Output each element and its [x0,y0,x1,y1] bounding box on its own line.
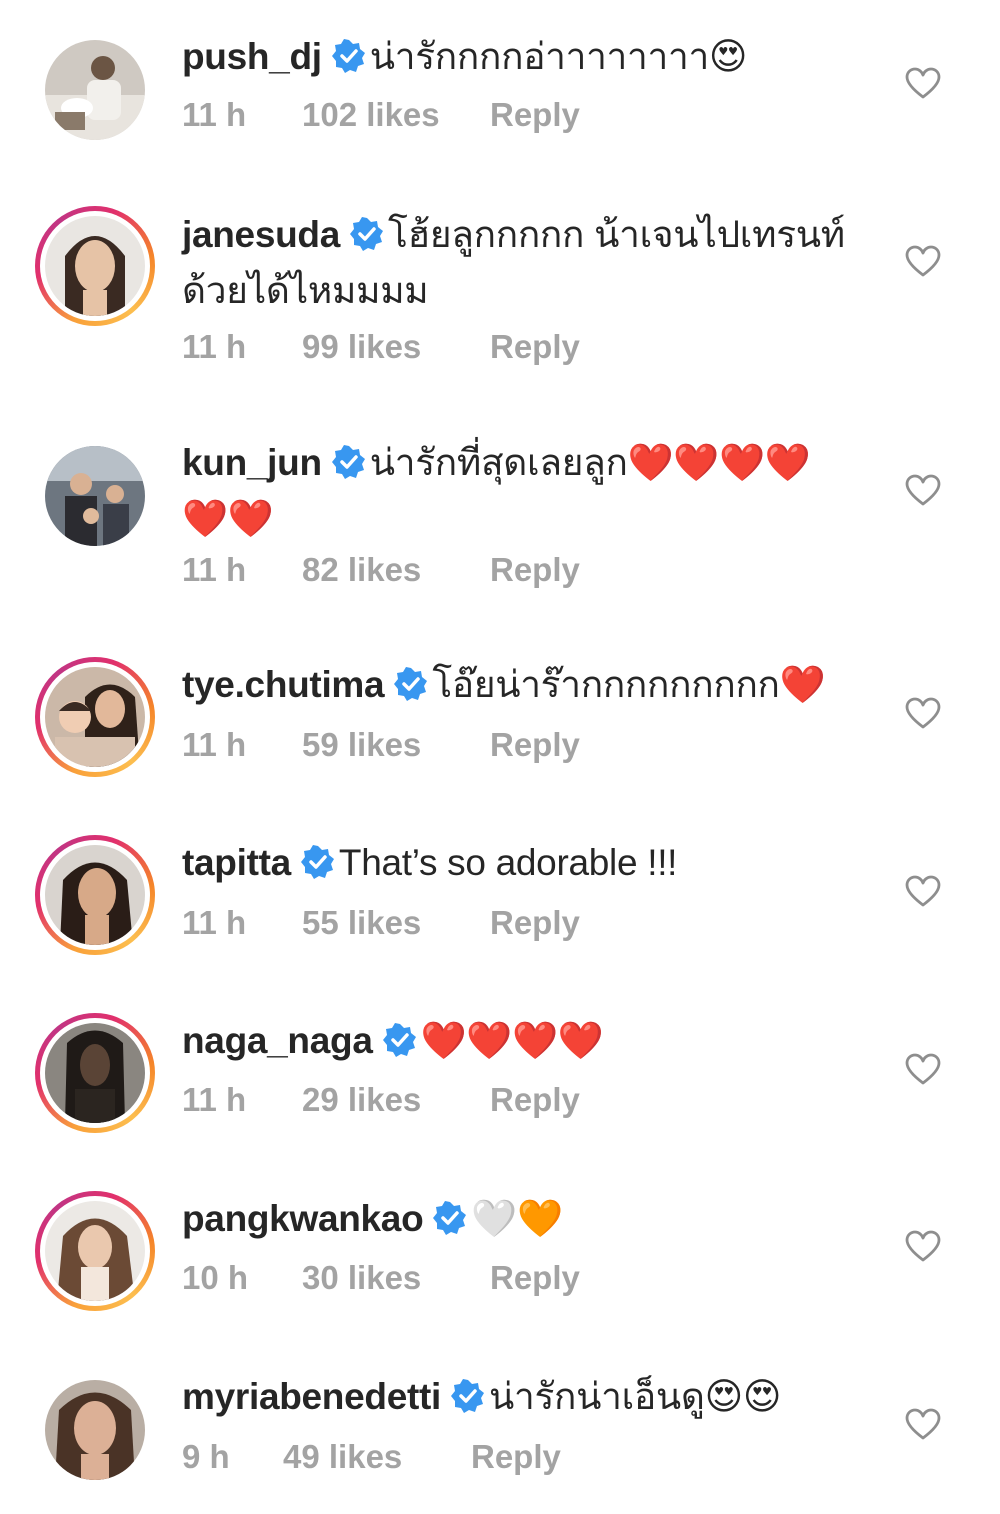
comment-text: น่ารักที่สุดเลยลูก❤️❤️❤️❤️ [369,442,811,483]
comment-text: That’s so adorable !!! [338,842,678,883]
avatar[interactable] [35,835,155,955]
comment-time: 10 h [182,1259,249,1296]
verified-badge-icon [451,1375,485,1427]
comment-time: 11 h [182,1081,247,1118]
comment-time: 11 h [182,726,247,763]
comment-text: โอ๊ยน่าร๊ากกกกกกกกก❤️ [432,664,826,705]
verified-badge-icon [350,213,384,265]
likes-count[interactable]: 49 likes [283,1438,471,1476]
reply-button[interactable]: Reply [490,904,580,942]
verified-badge-icon [394,663,428,715]
avatar[interactable] [35,657,155,777]
reply-button[interactable]: Reply [490,551,580,589]
username[interactable]: kun_jun [182,442,322,483]
likes-count[interactable]: 55 likes [302,904,490,942]
verified-badge-icon [433,1197,467,1249]
avatar[interactable] [35,1191,155,1311]
reply-button[interactable]: Reply [490,726,580,764]
reply-button[interactable]: Reply [490,328,580,366]
like-heart-icon[interactable] [905,474,941,506]
like-heart-icon[interactable] [905,1408,941,1440]
like-heart-icon[interactable] [905,1053,941,1085]
comment-time: 11 h [182,328,247,365]
reply-button[interactable]: Reply [471,1438,561,1476]
comment-text: 🤍🧡 [471,1198,563,1239]
comment-time: 11 h [182,96,247,133]
comment-text: โฮ้ยลูกกกกก น้าเจนไปเทรนท์ [388,214,845,255]
like-heart-icon[interactable] [905,245,941,277]
likes-count[interactable]: 102 likes [302,96,490,134]
username[interactable]: tapitta [182,842,291,883]
like-heart-icon[interactable] [905,67,941,99]
comment-text: ❤️❤️❤️❤️ [420,1020,604,1061]
avatar[interactable] [35,30,155,150]
username[interactable]: janesuda [182,214,340,255]
username[interactable]: naga_naga [182,1020,373,1061]
comment-text: น่ารักน่าเอ็นดู😍😍 [489,1376,782,1417]
comment-time: 9 h [182,1438,230,1475]
username[interactable]: tye.chutima [182,664,385,705]
comment-meta: 11 h 102 likes Reply [182,96,580,134]
reply-button[interactable]: Reply [490,1259,580,1297]
avatar[interactable] [35,436,155,556]
reply-button[interactable]: Reply [490,1081,580,1119]
likes-count[interactable]: 30 likes [302,1259,490,1297]
comment-meta: 10 h 30 likes Reply [182,1259,580,1297]
likes-count[interactable]: 29 likes [302,1081,490,1119]
likes-count[interactable]: 59 likes [302,726,490,764]
avatar[interactable] [35,1370,155,1490]
comment-text: น่ารักกกกอ่าาาาาาาา😍 [369,36,748,77]
verified-badge-icon [331,441,366,493]
like-heart-icon[interactable] [905,1230,941,1262]
comment-meta: 11 h 59 likes Reply [182,726,580,764]
comment-time: 11 h [182,904,247,941]
like-heart-icon[interactable] [905,697,941,729]
like-heart-icon[interactable] [905,875,941,907]
comment-time: 11 h [182,551,247,588]
likes-count[interactable]: 99 likes [302,328,490,366]
comment-meta: 11 h 99 likes Reply [182,328,580,366]
verified-badge-icon [300,841,335,893]
reply-button[interactable]: Reply [490,96,580,134]
username[interactable]: push_dj [182,36,322,77]
comment-meta: 11 h 82 likes Reply [182,551,580,589]
verified-badge-icon [382,1019,417,1071]
comment-text-continued: ด้วยได้ไหมมมม [182,270,429,311]
verified-badge-icon [331,35,366,87]
likes-count[interactable]: 82 likes [302,551,490,589]
comment-meta: 9 h 49 likes Reply [182,1438,561,1476]
avatar[interactable] [35,1013,155,1133]
comment-meta: 11 h 29 likes Reply [182,1081,580,1119]
comment-meta: 11 h 55 likes Reply [182,904,580,942]
username[interactable]: myriabenedetti [182,1376,441,1417]
comment-text-continued: ❤️❤️ [182,498,274,539]
avatar[interactable] [35,206,155,326]
username[interactable]: pangkwankao [182,1198,424,1239]
